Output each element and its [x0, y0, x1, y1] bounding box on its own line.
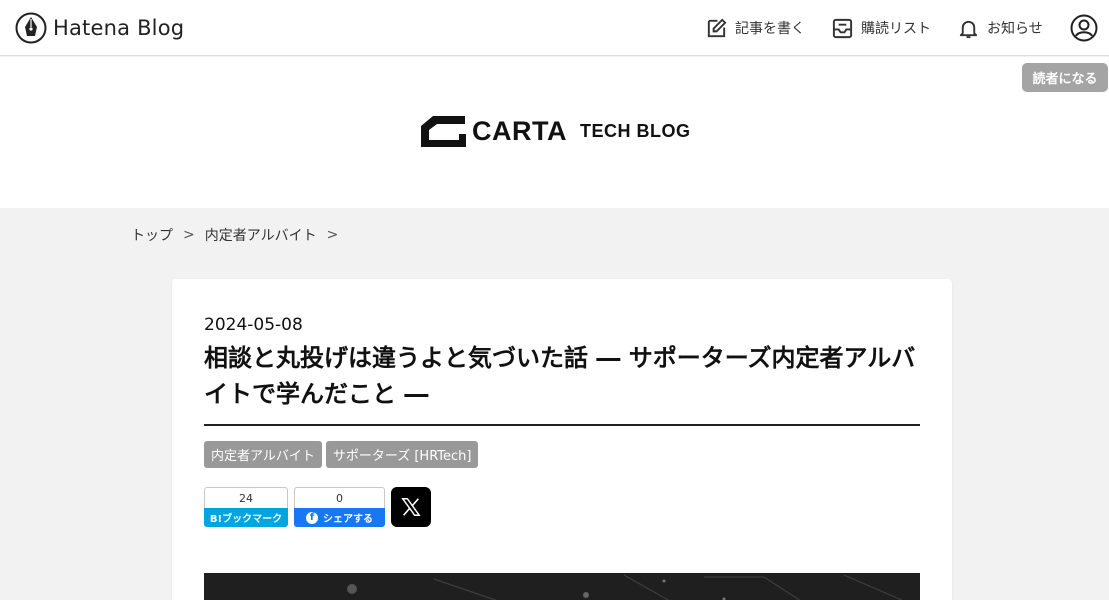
article-date[interactable]: 2024-05-08 — [204, 315, 303, 335]
pen-nib-icon — [15, 12, 47, 44]
facebook-share-count: 0 — [294, 487, 385, 508]
subscription-list-link[interactable]: 購読リスト — [831, 14, 931, 42]
bell-icon — [959, 20, 978, 38]
tag-item[interactable]: 内定者アルバイト — [204, 441, 322, 468]
blog-title-logo[interactable]: CARTA TECH BLOG — [419, 112, 690, 150]
facebook-share-label: シェアする — [323, 514, 373, 525]
brand-name: CARTA — [472, 115, 567, 146]
notifications-link[interactable]: お知らせ — [957, 14, 1043, 42]
facebook-share-label-row: f シェアする — [294, 508, 385, 527]
subscription-list-label: 購読リスト — [861, 21, 931, 37]
subscribe-button[interactable]: 読者になる — [1022, 63, 1108, 92]
blog-header: 読者になる CARTA TECH BLOG — [0, 57, 1109, 208]
eyecatch-pattern — [347, 574, 904, 600]
global-header: Hatena Blog 記事を書く 購読リスト お知らせ — [0, 0, 1109, 56]
hatena-bookmark-count: 24 — [204, 487, 288, 508]
notifications-label: お知らせ — [987, 21, 1043, 37]
breadcrumb-separator: > — [183, 227, 195, 243]
brand-subtitle: TECH BLOG — [579, 120, 691, 141]
article-eyecatch-image — [204, 573, 920, 600]
facebook-icon: f — [306, 511, 318, 524]
article-tags: 内定者アルバイト サポーターズ [HRTech] — [204, 441, 479, 468]
breadcrumb-separator: > — [326, 227, 339, 243]
article-title[interactable]: 相談と丸投げは違うよと気づいた話 ― サポーターズ内定者アルバイトで学んだこと … — [204, 340, 920, 412]
x-logo-icon — [401, 498, 421, 516]
share-buttons: 24 B!ブックマーク 0 f シェアする — [204, 487, 431, 527]
title-divider — [204, 424, 920, 426]
inbox-icon — [832, 18, 853, 38]
breadcrumb-item-category[interactable]: 内定者アルバイト — [205, 225, 317, 245]
facebook-share-button[interactable]: 0 f シェアする — [294, 487, 385, 527]
breadcrumb-item-top[interactable]: トップ — [131, 225, 173, 245]
write-article-label: 記事を書く — [735, 21, 805, 37]
hatena-bookmark-label: B!ブックマーク — [204, 508, 288, 527]
tag-item[interactable]: サポーターズ [HRTech] — [325, 441, 479, 468]
x-share-button[interactable] — [391, 487, 431, 527]
edit-icon — [707, 18, 727, 37]
carta-logo-mark — [421, 116, 466, 147]
article-card: 2024-05-08 相談と丸投げは違うよと気づいた話 ― サポーターズ内定者ア… — [172, 279, 952, 600]
breadcrumb: トップ > 内定者アルバイト > — [131, 225, 348, 245]
hatena-bookmark-button[interactable]: 24 B!ブックマーク — [204, 487, 288, 527]
logo-text: Hatena Blog — [53, 16, 185, 40]
account-icon[interactable] — [1070, 14, 1098, 42]
hatena-blog-logo[interactable]: Hatena Blog — [15, 12, 184, 44]
write-article-link[interactable]: 記事を書く — [705, 14, 805, 42]
